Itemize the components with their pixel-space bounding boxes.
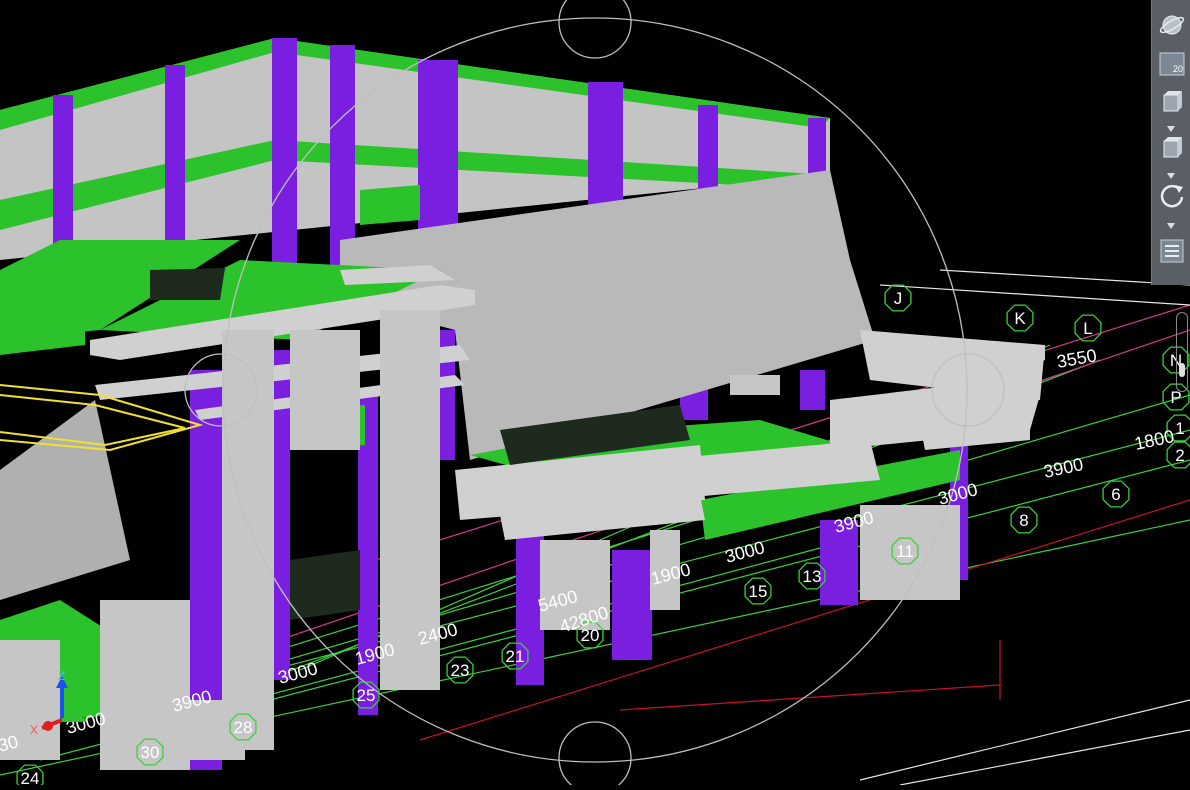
grid-bubble-label: 25 [357,686,376,705]
grid-bubble-label: 21 [506,647,525,666]
grid-bubble: 21 [501,642,529,670]
grid-bubble-label: 8 [1019,511,1028,530]
grid-bubble: 8 [1010,506,1038,534]
grid-bubble: 13 [798,562,826,590]
ucs-icon: Z X [30,669,86,737]
grid-bubble-label: 30 [141,743,160,762]
view-cube-icon[interactable] [1156,86,1188,116]
ucs-z-label: Z [58,669,65,683]
orbit-dropdown[interactable] [1167,216,1175,229]
dimension-label: 1900 [353,639,397,669]
grid-bubble-label: 24 [21,769,40,785]
dimension-label: 3900 [170,686,214,716]
dimension-label: 5400 [536,586,580,616]
dimension-label: 3550 [1055,345,1098,372]
dimension-label: 1800 [1133,426,1176,454]
grid-bubble-label: 15 [749,582,768,601]
grid-bubble: 30 [136,738,164,766]
dimension-label: 2400 [416,619,460,649]
show-motion-icon[interactable]: 20 [1156,48,1188,78]
grid-bubble: J [884,284,912,312]
grid-bubble: K [1006,304,1034,332]
grid-bubble-label: K [1014,309,1026,328]
orbit-cube-dropdown[interactable] [1167,166,1175,179]
zoom-slider-thumb[interactable] [1179,363,1185,377]
view-cube-dropdown[interactable] [1167,119,1175,132]
grid-bubble: 23 [446,656,474,684]
grid-bubble-label: 28 [234,718,253,737]
grid-bubble: 25 [352,681,380,709]
3d-model-viewport[interactable]: J K L N P 1 2 6 8 11 13 15 20 21 23 25 28 30 24 3550 1800 390… [0,0,1190,790]
dimension-label: 30 [0,731,20,756]
ucs-x-label: X [30,723,38,737]
grid-bubble: 11 [891,537,919,565]
grid-bubble-label: 1 [1175,419,1184,438]
grid-bubble: 28 [229,713,257,741]
grid-bubble-label: L [1083,319,1092,338]
dimension-label: 3000 [936,479,980,509]
grid-bubble: 15 [744,577,772,605]
navigation-bar: 20 [1151,0,1190,285]
dimension-label: 3900 [1042,454,1085,482]
grid-bubble-label: 13 [803,567,822,586]
grid-bubble-label: 6 [1111,485,1120,504]
orbit-rotate-icon[interactable] [1156,180,1188,210]
annotation-layer: JKLNP12681113152021232528302435501800390… [0,284,1190,785]
grid-bubble: 24 [16,764,44,785]
properties-list-icon[interactable] [1156,236,1188,266]
zoom-slider[interactable] [1176,312,1188,392]
dimension-label: 3000 [723,537,767,567]
grid-bubble-label: 23 [451,661,470,680]
dimension-label: 1900 [649,559,693,589]
show-motion-badge: 20 [1173,64,1183,74]
grid-bubble: L [1074,314,1102,342]
dimension-label: 3900 [832,507,876,537]
dimension-label: 3000 [276,658,320,688]
grid-bubble-label: 2 [1175,446,1184,465]
grid-bubble-label: J [894,289,903,308]
grid-bubble: 6 [1102,480,1130,508]
navigation-wheel-icon[interactable] [1156,10,1188,40]
grid-bubble-label: 11 [896,542,914,561]
orbit-cube-icon[interactable] [1156,132,1188,162]
